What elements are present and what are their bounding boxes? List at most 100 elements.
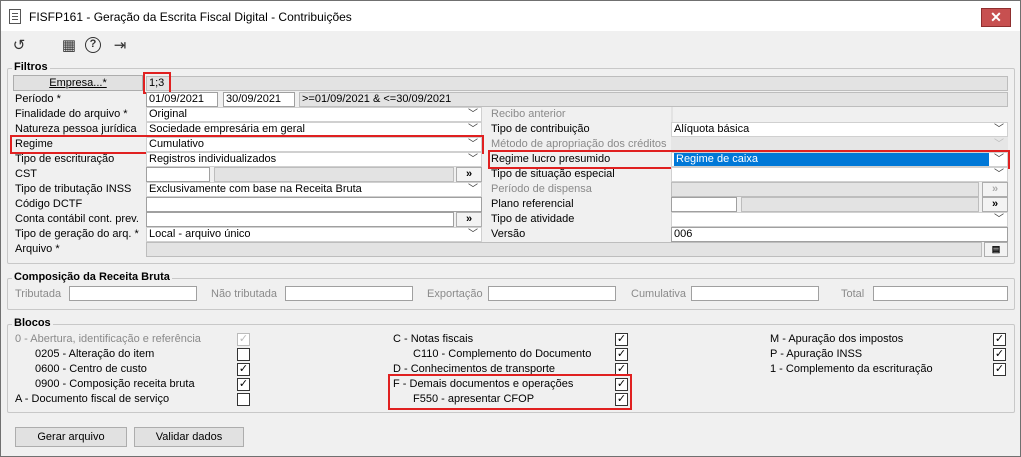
natureza-value: Sociedade empresária em geral	[149, 123, 305, 135]
bloco-f550-checkbox[interactable]: ✓	[615, 393, 628, 406]
finalidade-value: Original	[149, 108, 187, 120]
bloco-0900-label: 0900 - Composição receita bruta	[35, 378, 195, 390]
tributada-field[interactable]	[69, 286, 197, 301]
bloco-0205-checkbox[interactable]	[237, 348, 250, 361]
toolbar: ↺ ▦ ? ⇥	[1, 31, 1020, 61]
tipo-atividade-label: Tipo de atividade	[491, 213, 575, 225]
chevron-down-icon: ﹀	[468, 109, 478, 120]
blocos-legend: Blocos	[12, 317, 53, 329]
chevron-down-icon: ﹀	[468, 124, 478, 135]
tipo-geracao-select[interactable]: Local - arquivo único ﹀	[146, 227, 482, 242]
finalidade-label: Finalidade do arquivo *	[15, 108, 128, 120]
nao-tributada-label: Não tributada	[211, 288, 278, 300]
plano-lookup-button[interactable]: »	[982, 197, 1008, 212]
conta-contabil-field[interactable]	[146, 212, 454, 227]
arquivo-field[interactable]	[146, 242, 982, 257]
finalidade-select[interactable]: Original ﹀	[146, 107, 482, 122]
conta-contabil-label: Conta contábil cont. prev.	[15, 213, 139, 225]
cumulativa-label: Cumulativa	[631, 288, 687, 300]
title-bar: FISFP161 - Geração da Escrita Fiscal Dig…	[1, 1, 1020, 31]
periodo-start-field[interactable]: 01/09/2021	[146, 92, 218, 107]
periodo-dispensa-field[interactable]	[671, 182, 979, 197]
bloco-f-checkbox[interactable]: ✓	[615, 378, 628, 391]
plano-referencial-description	[741, 197, 979, 212]
exit-icon[interactable]: ⇥	[111, 37, 129, 55]
versao-field[interactable]: 006	[671, 227, 1008, 242]
bloco-p-label: P - Apuração INSS	[770, 348, 863, 360]
cst-description	[214, 167, 454, 182]
help-icon[interactable]: ?	[85, 37, 101, 53]
plano-referencial-label: Plano referencial	[491, 198, 574, 210]
bloco-0-label: 0 - Abertura, identificação e referência	[15, 333, 201, 345]
bloco-c-checkbox[interactable]: ✓	[615, 333, 628, 346]
cst-label: CST	[15, 168, 37, 180]
bloco-c110-checkbox[interactable]: ✓	[615, 348, 628, 361]
bloco-d-label: D - Conhecimentos de transporte	[393, 363, 556, 375]
tipo-contribuicao-select[interactable]: Alíquota básica ﹀	[671, 122, 1008, 137]
bloco-p-checkbox[interactable]: ✓	[993, 348, 1006, 361]
chevron-down-icon: ﹀	[994, 169, 1004, 180]
metodo-select[interactable]: ﹀	[671, 137, 1008, 152]
bloco-0600-checkbox[interactable]: ✓	[237, 363, 250, 376]
total-label: Total	[841, 288, 865, 300]
tipo-escrituracao-value: Registros individualizados	[149, 153, 277, 165]
cst-field[interactable]	[146, 167, 210, 182]
arquivo-label: Arquivo *	[15, 243, 60, 255]
bloco-1-checkbox[interactable]: ✓	[993, 363, 1006, 376]
chevron-down-icon: ﹀	[994, 214, 1004, 225]
conta-lookup-button[interactable]: »	[456, 212, 482, 227]
bloco-1-label: 1 - Complemento da escrituração	[770, 363, 933, 375]
tipo-tributacao-select[interactable]: Exclusivamente com base na Receita Bruta…	[146, 182, 482, 197]
composicao-legend: Composição da Receita Bruta	[12, 271, 172, 283]
gerar-arquivo-button[interactable]: Gerar arquivo	[15, 427, 127, 447]
empresa-button[interactable]: Empresa...*	[13, 75, 143, 91]
folder-browse-icon[interactable]: ▤	[984, 242, 1008, 257]
tipo-situacao-select[interactable]: ﹀	[671, 167, 1008, 182]
bloco-0600-label: 0600 - Centro de custo	[35, 363, 147, 375]
versao-label: Versão	[491, 228, 526, 240]
chevron-down-icon: ﹀	[994, 124, 1004, 135]
total-field[interactable]	[873, 286, 1008, 301]
bloco-a-checkbox[interactable]	[237, 393, 250, 406]
undo-icon[interactable]: ↺	[10, 37, 28, 55]
chevron-down-icon: ﹀	[468, 184, 478, 195]
bloco-d-checkbox[interactable]: ✓	[615, 363, 628, 376]
regime-lucro-value: Regime de caixa	[674, 153, 989, 166]
bloco-m-checkbox[interactable]: ✓	[993, 333, 1006, 346]
calendar-icon[interactable]: ▦	[60, 37, 78, 55]
empresa-field[interactable]: 1;3	[146, 76, 1008, 91]
nao-tributada-field[interactable]	[285, 286, 413, 301]
periodo-dispensa-label: Período de dispensa	[491, 183, 592, 195]
cst-lookup-button[interactable]: »	[456, 167, 482, 182]
periodo-expression: >=01/09/2021 & <=30/09/2021	[299, 92, 1008, 107]
codigo-dctf-field[interactable]	[146, 197, 482, 212]
plano-referencial-field[interactable]	[671, 197, 737, 212]
exportacao-field[interactable]	[488, 286, 616, 301]
periodo-end-field[interactable]: 30/09/2021	[223, 92, 295, 107]
regime-label: Regime	[15, 138, 53, 150]
regime-lucro-select[interactable]: Regime de caixa ﹀	[671, 152, 1008, 167]
recibo-label: Recibo anterior	[491, 108, 566, 120]
bloco-0900-checkbox[interactable]: ✓	[237, 378, 250, 391]
tipo-situacao-label: Tipo de situação especial	[491, 168, 615, 180]
tipo-escrituracao-select[interactable]: Registros individualizados ﹀	[146, 152, 482, 167]
bloco-0205-label: 0205 - Alteração do item	[35, 348, 155, 360]
bloco-a-label: A - Documento fiscal de serviço	[15, 393, 170, 405]
tipo-atividade-select[interactable]: ﹀	[671, 212, 1008, 227]
bloco-c110-label: C110 - Complemento do Documento	[413, 348, 592, 360]
periodo-dispensa-button[interactable]: »	[982, 182, 1008, 197]
chevron-down-icon: ﹀	[994, 154, 1004, 165]
bloco-0-checkbox[interactable]: ✓	[237, 333, 250, 346]
natureza-select[interactable]: Sociedade empresária em geral ﹀	[146, 122, 482, 137]
bloco-f550-label: F550 - apresentar CFOP	[413, 393, 535, 405]
regime-select[interactable]: Cumulativo ﹀	[146, 137, 482, 152]
natureza-label: Natureza pessoa jurídica	[15, 123, 137, 135]
cumulativa-field[interactable]	[691, 286, 819, 301]
validar-dados-button[interactable]: Validar dados	[134, 427, 244, 447]
periodo-label: Período *	[15, 93, 61, 105]
tipo-contribuicao-label: Tipo de contribuição	[491, 123, 590, 135]
bloco-c-label: C - Notas fiscais	[393, 333, 474, 345]
close-button[interactable]: ✕	[981, 8, 1011, 27]
tipo-tributacao-label: Tipo de tributação INSS	[15, 183, 132, 195]
regime-value: Cumulativo	[149, 138, 205, 150]
